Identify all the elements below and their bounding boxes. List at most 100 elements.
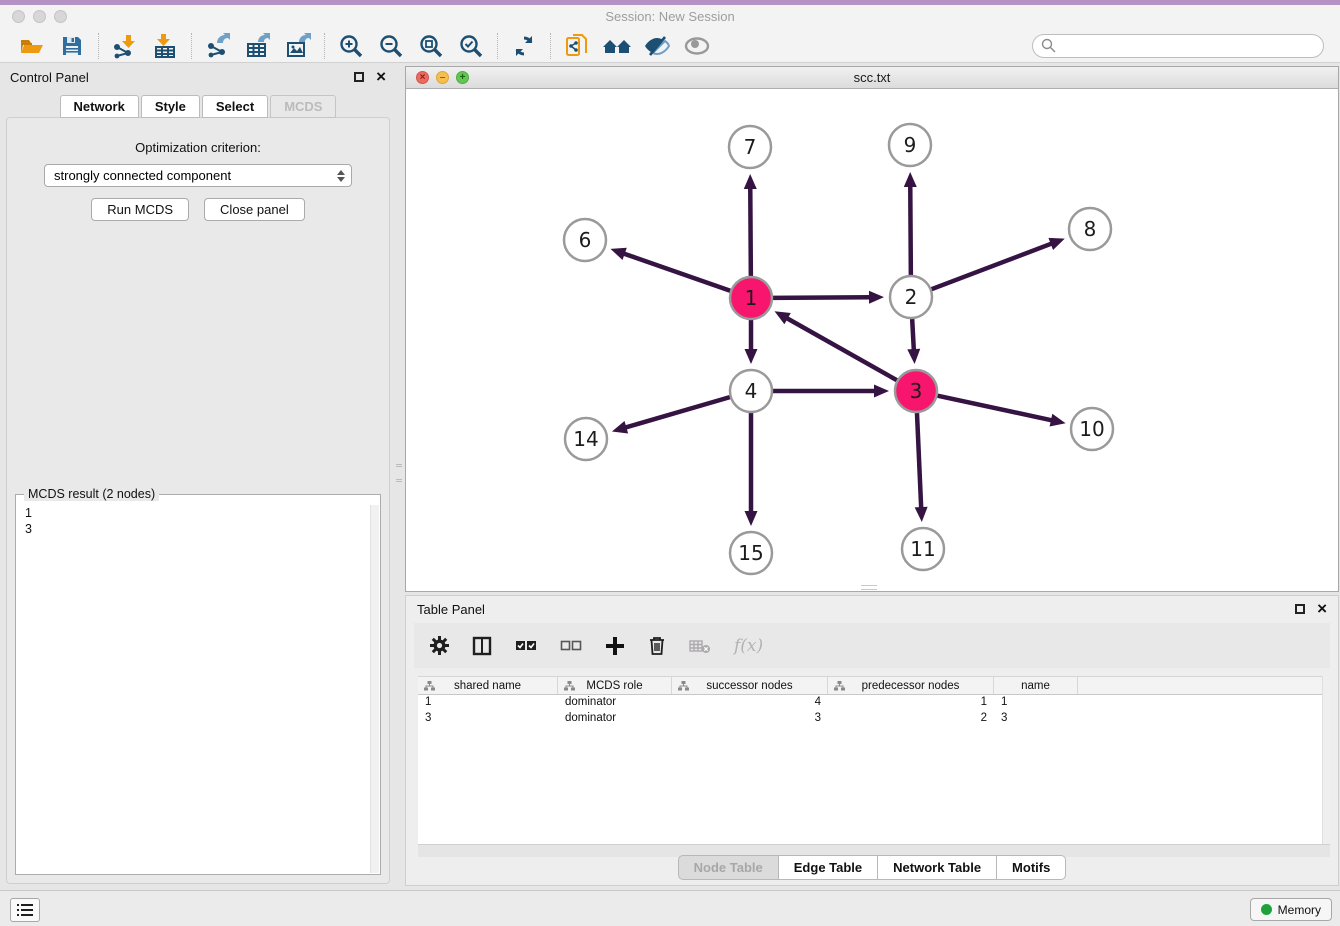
zoom-in-button[interactable]	[335, 31, 367, 61]
mcds-result-box[interactable]: MCDS result (2 nodes) 1 3	[15, 494, 381, 875]
window-resize-grip[interactable]	[861, 585, 877, 590]
graph-node-label: 1	[745, 286, 758, 310]
column-tree-icon	[564, 681, 575, 691]
hide-panels-button[interactable]	[641, 31, 673, 61]
graph-edge-2-3[interactable]	[912, 319, 914, 351]
close-table-panel-button[interactable]: ×	[1317, 604, 1327, 614]
panel-splitter[interactable]	[394, 64, 405, 884]
cell-successor-nodes[interactable]: 4	[672, 695, 828, 711]
graph-edge-1-2[interactable]	[773, 297, 871, 298]
memory-button[interactable]: Memory	[1250, 898, 1332, 921]
optimization-criterion-label: Optimization criterion:	[7, 140, 389, 155]
settings-button[interactable]	[430, 636, 449, 655]
graph-edge-1-7[interactable]	[750, 187, 751, 276]
network-view-window: × – + scc.txt 7968124314101511	[405, 66, 1339, 592]
home-button[interactable]	[601, 31, 633, 61]
graph-edge-arrow-icon	[869, 291, 884, 304]
cell-shared-name[interactable]: 1	[418, 695, 558, 711]
column-header-predecessor-nodes[interactable]: predecessor nodes	[828, 677, 994, 694]
node-table-header: shared name MCDS role successor nodes pr…	[418, 676, 1330, 695]
network-window-titlebar[interactable]: × – + scc.txt	[406, 67, 1338, 89]
float-panel-button[interactable]	[354, 72, 364, 82]
zoom-out-button[interactable]	[375, 31, 407, 61]
birdseye-button[interactable]	[681, 31, 713, 61]
save-session-button[interactable]	[56, 31, 88, 61]
column-header-mcds-role[interactable]: MCDS role	[558, 677, 672, 694]
tab-edge-table[interactable]: Edge Table	[779, 855, 878, 880]
graph-node-label: 6	[579, 228, 592, 252]
cell-successor-nodes[interactable]: 3	[672, 711, 828, 727]
save-session-icon	[60, 34, 84, 58]
delete-table-button[interactable]	[689, 638, 711, 654]
clone-network-icon	[564, 33, 590, 59]
column-header-name[interactable]: name	[994, 677, 1078, 694]
graph-edge-4-14[interactable]	[624, 397, 729, 428]
function-builder-button[interactable]: f(x)	[734, 636, 763, 656]
export-network-button[interactable]	[202, 31, 234, 61]
cell-name[interactable]: 3	[994, 711, 1078, 727]
zoom-fit-button[interactable]	[415, 31, 447, 61]
clone-network-button[interactable]	[561, 31, 593, 61]
zoom-selected-button[interactable]	[455, 31, 487, 61]
run-mcds-button[interactable]: Run MCDS	[91, 198, 189, 221]
refresh-layout-button[interactable]	[508, 31, 540, 61]
table-layout-button[interactable]	[472, 636, 492, 656]
cell-shared-name[interactable]: 3	[418, 711, 558, 727]
import-network-button[interactable]	[109, 31, 141, 61]
status-bar: Memory	[0, 890, 1340, 926]
tab-select[interactable]: Select	[202, 95, 268, 118]
close-panel-button[interactable]: Close panel	[204, 198, 305, 221]
table-row: 3 dominator 3 2 3	[418, 711, 1330, 727]
deselect-all-button[interactable]	[560, 638, 582, 654]
network-canvas[interactable]: 7968124314101511	[406, 89, 1338, 591]
graph-edge-3-1[interactable]	[786, 318, 897, 381]
tab-mcds[interactable]: MCDS	[270, 95, 336, 118]
search-input[interactable]	[1061, 38, 1315, 53]
select-stepper-icon	[337, 170, 345, 182]
list-icon	[17, 903, 33, 917]
graph-node-label: 15	[738, 541, 763, 565]
criterion-select[interactable]: strongly connected component	[44, 164, 352, 187]
tab-network-table[interactable]: Network Table	[878, 855, 997, 880]
select-all-button[interactable]	[515, 638, 537, 654]
tab-style[interactable]: Style	[141, 95, 200, 118]
graph-edge-arrow-icon	[1050, 414, 1066, 427]
task-history-button[interactable]	[10, 898, 40, 922]
column-header-shared-name[interactable]: shared name	[418, 677, 558, 694]
export-image-button[interactable]	[282, 31, 314, 61]
import-table-icon	[152, 33, 178, 59]
tab-node-table[interactable]: Node Table	[678, 855, 779, 880]
cell-mcds-role[interactable]: dominator	[558, 695, 672, 711]
import-table-button[interactable]	[149, 31, 181, 61]
delete-column-button[interactable]	[648, 636, 666, 656]
tab-motifs[interactable]: Motifs	[997, 855, 1066, 880]
table-vscrollbar[interactable]	[1322, 676, 1330, 844]
graph-edge-3-11[interactable]	[917, 413, 921, 509]
import-network-icon	[112, 33, 138, 59]
graph-edge-1-6[interactable]	[623, 253, 730, 291]
open-session-button[interactable]	[16, 31, 48, 61]
control-panel: Control Panel × Network Style Select MCD…	[2, 64, 394, 884]
graph-edge-arrow-icon	[612, 421, 628, 433]
result-scrollbar[interactable]	[370, 505, 379, 873]
close-panel-icon-button[interactable]: ×	[376, 72, 386, 82]
graph-edge-arrow-icon	[915, 507, 928, 522]
graph-edge-3-10[interactable]	[938, 396, 1053, 421]
main-toolbar	[0, 29, 1340, 63]
hide-panels-icon	[643, 34, 671, 58]
mcds-result-item: 3	[25, 521, 370, 537]
cell-predecessor-nodes[interactable]: 2	[828, 711, 994, 727]
search-box	[1032, 34, 1324, 58]
add-column-button[interactable]	[605, 636, 625, 656]
table-row: 1 dominator 4 1 1	[418, 695, 1330, 711]
graph-edge-2-8[interactable]	[932, 243, 1053, 289]
mcds-panel-body: Optimization criterion: strongly connect…	[6, 117, 390, 884]
cell-name[interactable]: 1	[994, 695, 1078, 711]
export-table-button[interactable]	[242, 31, 274, 61]
cell-predecessor-nodes[interactable]: 1	[828, 695, 994, 711]
cell-mcds-role[interactable]: dominator	[558, 711, 672, 727]
graph-edge-2-9[interactable]	[910, 185, 911, 275]
tab-network[interactable]: Network	[60, 95, 139, 118]
column-header-successor-nodes[interactable]: successor nodes	[672, 677, 828, 694]
float-table-panel-button[interactable]	[1295, 604, 1305, 614]
